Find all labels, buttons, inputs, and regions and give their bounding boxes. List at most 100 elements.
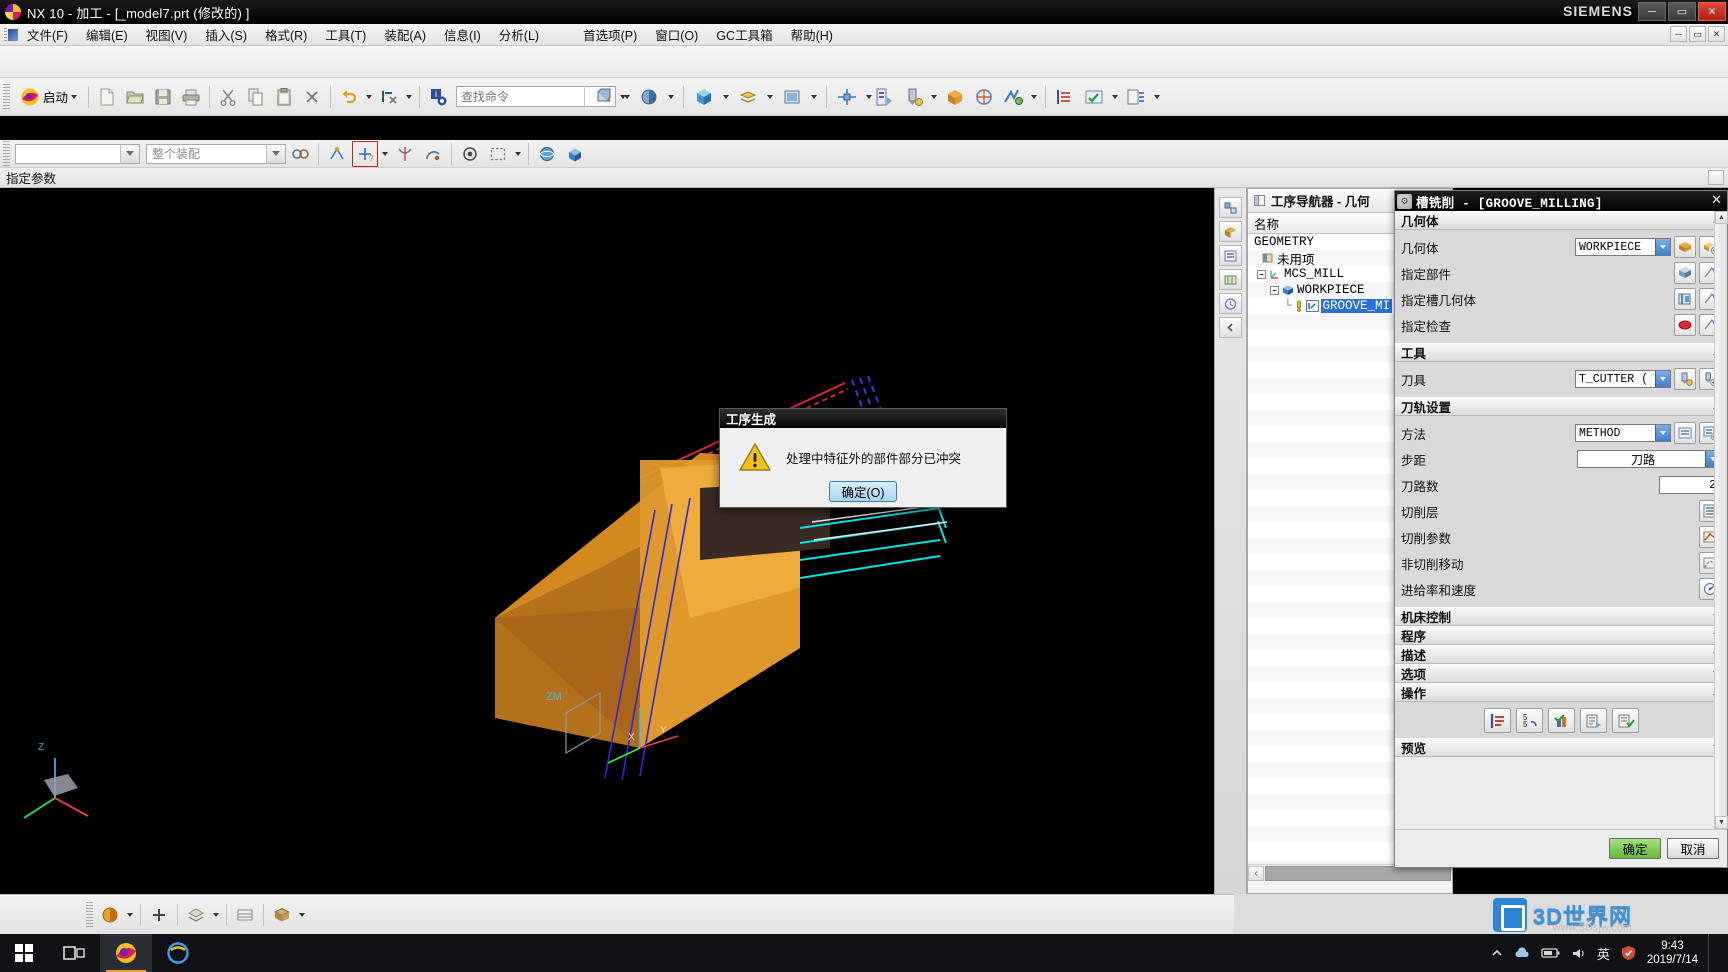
edit-geometry-button[interactable] [1674,236,1696,258]
section-header-actions[interactable]: 操作 [1395,683,1727,702]
menu-tools[interactable]: 工具(T) [316,23,375,46]
scroll-up-icon[interactable]: ▲ [1715,211,1728,224]
show-desktop-button[interactable] [1708,934,1714,972]
print-button[interactable] [177,83,205,111]
select-check-button[interactable] [1674,314,1696,336]
chevron-up-icon[interactable] [1491,948,1503,958]
browser-taskbar-item[interactable] [152,934,204,972]
method-combo[interactable]: METHOD [1575,424,1671,442]
select-part-button[interactable] [1674,262,1696,284]
point-snap-button[interactable]: ? [351,140,379,168]
menu-format[interactable]: 格式(R) [256,23,316,46]
postprocess-dropdown[interactable] [1151,83,1163,111]
cube-display-button[interactable] [561,140,589,168]
view-orient-button[interactable] [591,83,619,111]
chevron-down-icon[interactable] [71,94,78,99]
generate-button[interactable] [1483,708,1511,733]
rectangle-select-button[interactable] [484,140,512,168]
assembly-navigator-icon[interactable] [1219,197,1242,218]
battery-icon[interactable] [1541,947,1561,959]
dialog-close-button[interactable]: ✕ [1709,193,1724,208]
chevron-down-icon[interactable] [120,144,139,163]
point-snap-dropdown[interactable] [379,140,391,168]
menu-help[interactable]: 帮助(H) [782,23,842,46]
reuse-library-icon[interactable] [1219,269,1242,290]
dialog-ok-button[interactable]: 确定 [1609,838,1661,859]
mdi-restore-button[interactable]: ▭ [1689,26,1706,42]
create-method-button[interactable] [970,83,998,111]
intersection-snap-button[interactable] [391,140,419,168]
geometry-combo[interactable]: WORKPIECE [1575,238,1671,256]
edit-method-button[interactable] [1674,422,1696,444]
maximize-button[interactable]: ▭ [1668,2,1696,21]
history-icon[interactable] [1219,293,1242,314]
open-file-button[interactable] [121,83,149,111]
graphics-viewport[interactable]: ZM Y X Z [0,188,1234,894]
paste-button[interactable] [270,83,298,111]
shaded-button[interactable] [690,83,718,111]
render-style-bottom-button[interactable] [96,901,124,929]
section-view-dropdown[interactable] [296,901,308,929]
redo-button[interactable] [375,83,403,111]
minimize-button[interactable]: ─ [1638,2,1666,21]
layer-visible-button[interactable] [231,901,259,929]
move-object-button[interactable] [833,83,861,111]
section-header-toolpath-settings[interactable]: 刀轨设置 [1395,397,1727,416]
start-menu-button[interactable]: 启动 [13,83,84,111]
operation-navigator-icon[interactable] [1219,245,1242,266]
scroll-down-icon[interactable]: ▼ [1715,816,1728,829]
rectangle-select-dropdown[interactable] [512,140,524,168]
shaded-dropdown[interactable] [720,83,732,111]
face-select-button[interactable] [456,140,484,168]
section-header-description[interactable]: 描述 [1395,645,1727,664]
toolbar-grip-icon[interactable] [3,83,10,110]
workview-button[interactable] [778,83,806,111]
search-input[interactable] [461,89,600,104]
modal-ok-button[interactable]: 确定(O) [829,481,897,502]
layer-settings-button[interactable] [734,83,762,111]
selection-toolbar-grip-icon[interactable] [3,140,10,167]
menu-view[interactable]: 视图(V) [137,23,197,46]
cue-line-toggle[interactable] [1708,170,1724,185]
menu-preferences[interactable]: 首选项(P) [574,23,646,46]
tool-combo[interactable]: T_CUTTER ( [1575,370,1671,388]
nx-taskbar-item[interactable] [100,934,152,972]
menu-file[interactable]: 文件(F) [18,23,77,46]
scroll-left-icon[interactable]: ‹ [1248,865,1264,881]
menu-gc-toolbox[interactable]: GC工具箱 [707,23,781,46]
shading-bottom-button[interactable] [182,901,210,929]
close-button[interactable]: ✕ [1698,2,1726,21]
confirm-button[interactable] [1611,708,1639,733]
security-icon[interactable] [1620,945,1637,961]
end-point-snap-button[interactable] [323,140,351,168]
postprocess-button[interactable] [1122,83,1150,111]
taskbar-clock[interactable]: 9:43 2019/7/14 [1647,939,1698,968]
chevron-down-icon[interactable] [1655,239,1670,255]
undo-button[interactable] [335,83,363,111]
copy-button[interactable] [242,83,270,111]
shading-bottom-dropdown[interactable] [210,901,222,929]
section-header-program[interactable]: 程序 [1395,626,1727,645]
create-operation-dropdown[interactable] [1028,83,1040,111]
section-view-button[interactable] [268,901,296,929]
verify-button[interactable] [1547,708,1575,733]
new-file-button[interactable] [93,83,121,111]
dialog-scrollbar[interactable]: ▲ ▼ [1714,211,1728,829]
undo-dropdown-button[interactable] [363,83,375,111]
create-tool-button[interactable] [899,83,927,111]
edit-tool-button[interactable] [1674,368,1696,390]
selection-type-filter[interactable] [15,143,140,164]
render-style-dropdown[interactable] [665,83,677,111]
volume-icon[interactable] [1571,947,1587,960]
verify-toolpath-button[interactable] [1080,83,1108,111]
menu-assemblies[interactable]: 装配(A) [375,23,435,46]
render-style-button[interactable] [635,83,663,111]
cloud-icon[interactable] [1513,946,1531,960]
section-header-options[interactable]: 选项 [1395,664,1727,683]
bottom-toolbar-grip-icon[interactable] [86,901,93,928]
menu-insert[interactable]: 插入(S) [196,23,256,46]
ime-indicator[interactable]: 英 [1597,944,1610,963]
mdi-minimize-button[interactable]: ─ [1670,26,1687,42]
section-header-tool[interactable]: 工具 [1395,343,1727,362]
menu-information[interactable]: 信息(I) [435,23,490,46]
